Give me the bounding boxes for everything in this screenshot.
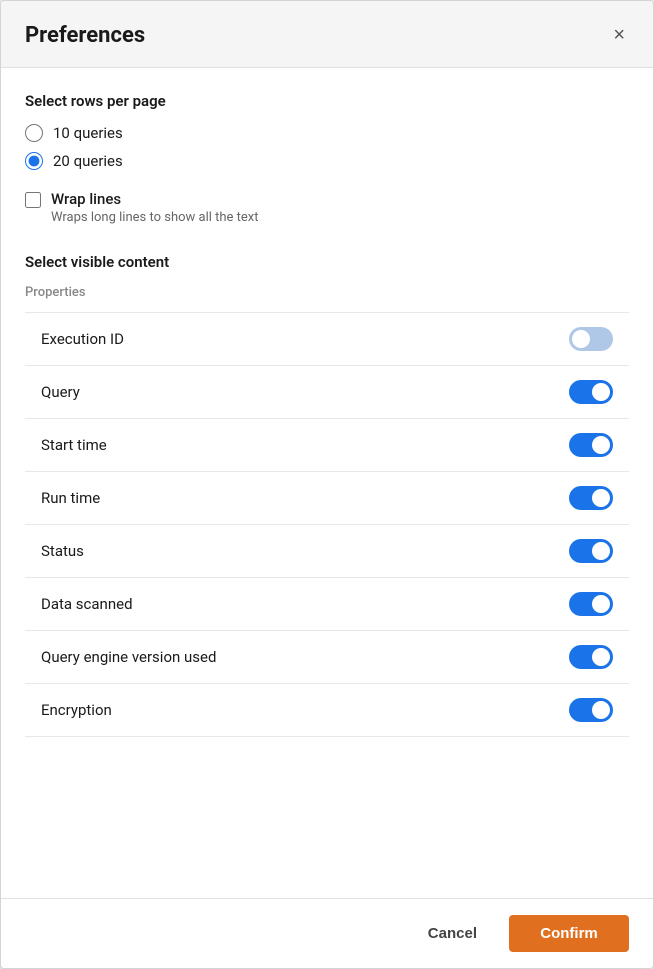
radio-20-label: 20 queries	[53, 152, 123, 170]
properties-list: Execution ID Query Start tim	[25, 312, 629, 737]
toggle-encryption-slider	[569, 698, 613, 722]
property-row-query: Query	[25, 366, 629, 419]
property-name-data-scanned: Data scanned	[41, 595, 133, 613]
property-name-encryption: Encryption	[41, 701, 112, 719]
rows-per-page-group: 10 queries 20 queries	[25, 124, 629, 170]
property-name-start-time: Start time	[41, 436, 107, 454]
toggle-run-time[interactable]	[569, 486, 613, 510]
toggle-status[interactable]	[569, 539, 613, 563]
toggle-run-time-slider	[569, 486, 613, 510]
wrap-lines-section: Wrap lines Wraps long lines to show all …	[25, 190, 629, 225]
toggle-query-engine-slider	[569, 645, 613, 669]
property-row-run-time: Run time	[25, 472, 629, 525]
toggle-query-slider	[569, 380, 613, 404]
property-name-query: Query	[41, 383, 80, 401]
radio-20-input[interactable]	[25, 152, 43, 170]
wrap-lines-checkbox[interactable]	[25, 192, 41, 208]
toggle-encryption[interactable]	[569, 698, 613, 722]
toggle-start-time-slider	[569, 433, 613, 457]
property-name-execution-id: Execution ID	[41, 330, 124, 348]
confirm-button[interactable]: Confirm	[509, 915, 629, 952]
wrap-lines-hint: Wraps long lines to show all the text	[51, 210, 259, 225]
property-name-query-engine: Query engine version used	[41, 648, 216, 666]
toggle-query[interactable]	[569, 380, 613, 404]
property-row-encryption: Encryption	[25, 684, 629, 737]
radio-20-queries[interactable]: 20 queries	[25, 152, 629, 170]
toggle-execution-id[interactable]	[569, 327, 613, 351]
property-row-start-time: Start time	[25, 419, 629, 472]
cancel-button[interactable]: Cancel	[408, 915, 497, 952]
toggle-query-engine[interactable]	[569, 645, 613, 669]
property-name-status: Status	[41, 542, 84, 560]
property-row-query-engine: Query engine version used	[25, 631, 629, 684]
wrap-lines-title: Wrap lines	[51, 190, 259, 208]
property-row-execution-id: Execution ID	[25, 313, 629, 366]
wrap-lines-label[interactable]: Wrap lines Wraps long lines to show all …	[25, 190, 629, 225]
property-row-status: Status	[25, 525, 629, 578]
dialog-title: Preferences	[25, 23, 145, 48]
radio-10-input[interactable]	[25, 124, 43, 142]
dialog-footer: Cancel Confirm	[1, 898, 653, 968]
dialog-body: Select rows per page 10 queries 20 queri…	[1, 68, 653, 882]
property-name-run-time: Run time	[41, 489, 100, 507]
visible-content-label: Select visible content	[25, 253, 629, 271]
toggle-data-scanned-slider	[569, 592, 613, 616]
visible-content-section: Select visible content Properties Execut…	[25, 253, 629, 737]
toggle-status-slider	[569, 539, 613, 563]
wrap-lines-text: Wrap lines Wraps long lines to show all …	[51, 190, 259, 225]
radio-10-label: 10 queries	[53, 124, 123, 142]
properties-group-label: Properties	[25, 285, 629, 304]
preferences-dialog: Preferences × Select rows per page 10 qu…	[0, 0, 654, 969]
toggle-execution-id-slider	[569, 327, 613, 351]
radio-10-queries[interactable]: 10 queries	[25, 124, 629, 142]
property-row-data-scanned: Data scanned	[25, 578, 629, 631]
dialog-header: Preferences ×	[1, 1, 653, 68]
toggle-start-time[interactable]	[569, 433, 613, 457]
rows-per-page-label: Select rows per page	[25, 92, 629, 110]
toggle-data-scanned[interactable]	[569, 592, 613, 616]
close-button[interactable]: ×	[609, 21, 629, 49]
